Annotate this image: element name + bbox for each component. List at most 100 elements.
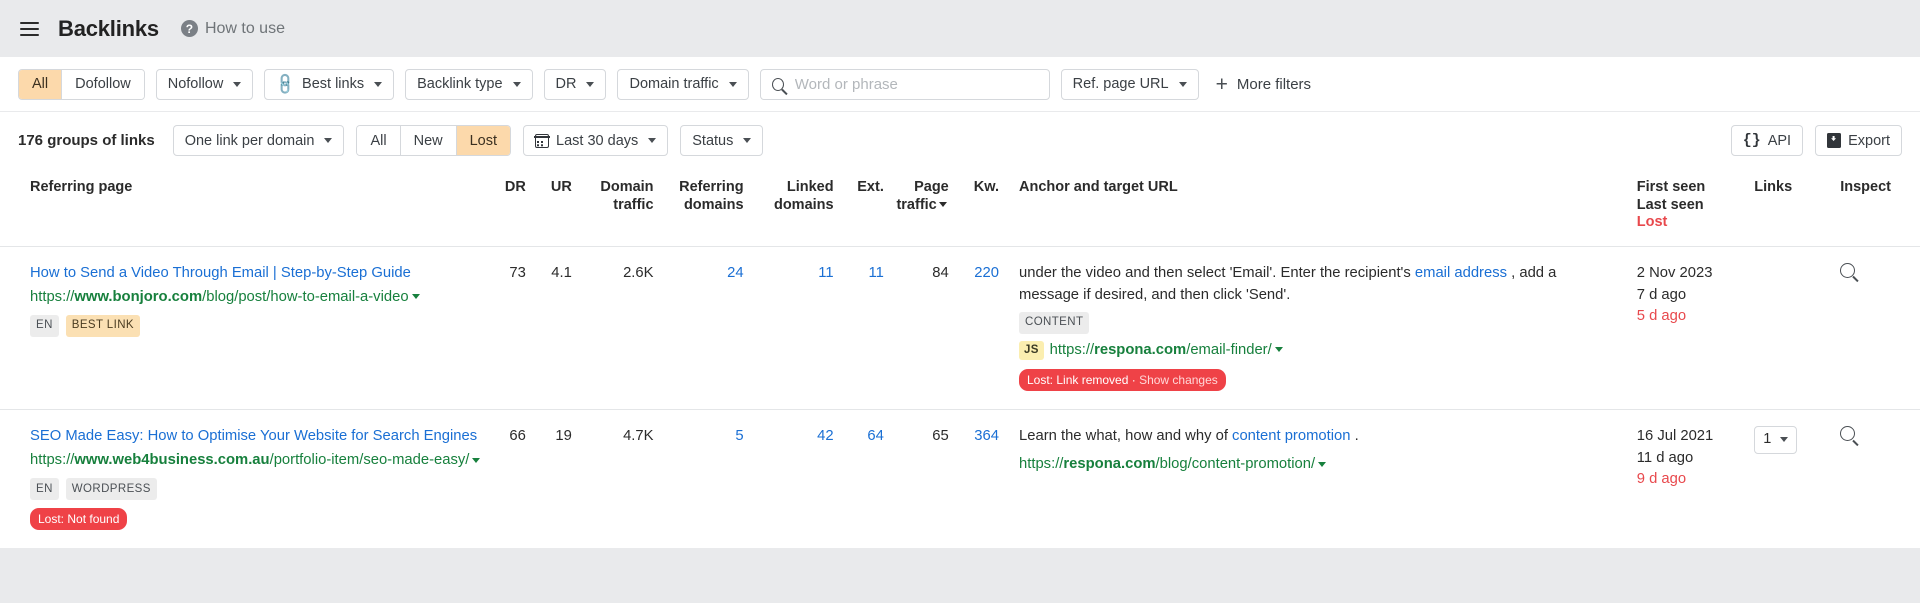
filter-all[interactable]: All xyxy=(19,69,63,99)
col-links[interactable]: Links xyxy=(1748,169,1836,247)
col-page-traffic[interactable]: Page traffic xyxy=(890,169,955,247)
chevron-down-icon xyxy=(648,138,657,143)
state-new[interactable]: New xyxy=(400,126,457,155)
api-button[interactable]: {} API xyxy=(1730,125,1804,156)
table-row: SEO Made Easy: How to Optimise Your Webs… xyxy=(0,409,1920,549)
target-path: /email-finder/ xyxy=(1186,341,1272,358)
export-button[interactable]: Export xyxy=(1815,125,1902,156)
links-count-dropdown[interactable]: 1 xyxy=(1754,426,1798,454)
cell-seen-dates: 2 Nov 2023 7 d ago 5 d ago xyxy=(1624,246,1749,410)
filter-backlink-type[interactable]: Backlink type xyxy=(405,68,533,100)
status-dropdown[interactable]: Status xyxy=(680,125,764,156)
col-referring-page[interactable]: Referring page xyxy=(0,169,490,247)
col-linked-domains[interactable]: Linked domains xyxy=(750,169,840,247)
lost-value: 5 d ago xyxy=(1636,307,1687,324)
filter-toolbar: All Dofollow Nofollow 🔗 Best links Backl… xyxy=(0,57,1920,112)
referring-domains-link[interactable]: 5 xyxy=(735,428,743,444)
page-traffic-label: Page traffic xyxy=(896,179,949,213)
referring-page-title[interactable]: How to Send a Video Through Email | Step… xyxy=(30,265,411,281)
filter-best-links[interactable]: 🔗 Best links xyxy=(264,68,395,100)
filter-ref-page-url[interactable]: Ref. page URL xyxy=(1060,68,1199,100)
more-filters-label: More filters xyxy=(1236,75,1312,93)
target-domain: respona.com xyxy=(1094,341,1187,358)
state-lost[interactable]: Lost xyxy=(456,126,511,155)
cell-referring-domains: 5 xyxy=(659,409,750,549)
col-ext[interactable]: Ext. xyxy=(840,169,890,247)
group-mode-dropdown[interactable]: One link per domain xyxy=(172,125,345,156)
cell-referring-domains: 24 xyxy=(659,246,750,410)
chevron-down-icon[interactable] xyxy=(1318,461,1327,467)
last-seen-value: 7 d ago xyxy=(1636,286,1687,303)
search-box[interactable] xyxy=(759,68,1050,100)
chevron-down-icon xyxy=(728,81,737,87)
linked-domains-link[interactable]: 42 xyxy=(817,428,833,444)
url-domain: www.web4business.com.au xyxy=(74,451,270,468)
cell-ext: 64 xyxy=(839,409,890,549)
magnifier-icon[interactable] xyxy=(1840,426,1856,442)
group-mode-label: One link per domain xyxy=(184,132,315,149)
magnifier-icon[interactable] xyxy=(1840,263,1856,279)
target-domain: respona.com xyxy=(1063,455,1156,472)
ext-link[interactable]: 11 xyxy=(868,265,883,281)
col-ur[interactable]: UR xyxy=(532,169,578,247)
curly-braces-icon: {} xyxy=(1742,132,1761,149)
target-url[interactable]: https://respona.com/blog/content-promoti… xyxy=(1019,454,1327,475)
filter-domain-traffic[interactable]: Domain traffic xyxy=(617,68,749,100)
more-filters-button[interactable]: + More filters xyxy=(1210,69,1317,100)
url-prefix: https:// xyxy=(30,288,75,305)
chevron-down-icon[interactable] xyxy=(472,457,481,463)
anchor-pre: Learn the what, how and why of xyxy=(1019,428,1233,445)
referring-page-url[interactable]: https://www.web4business.com.au/portfoli… xyxy=(30,450,484,471)
plus-icon: + xyxy=(1215,72,1228,96)
url-path: /portfolio-item/seo-made-easy/ xyxy=(269,451,470,468)
chevron-down-icon[interactable] xyxy=(1274,347,1283,353)
table-header: Referring page DR UR Domain traffic Refe… xyxy=(0,169,1920,247)
col-first-seen[interactable]: First seen Last seen Lost xyxy=(1625,169,1749,247)
best-links-label: Best links xyxy=(302,76,365,92)
referring-page-title[interactable]: SEO Made Easy: How to Optimise Your Webs… xyxy=(30,428,477,444)
anchor-pre: under the video and then select 'Email'.… xyxy=(1019,265,1415,282)
filter-nofollow[interactable]: Nofollow xyxy=(155,68,254,100)
hamburger-icon[interactable] xyxy=(12,12,46,46)
show-changes-link[interactable]: Show changes xyxy=(1139,373,1218,387)
how-to-use-link[interactable]: ? How to use xyxy=(180,20,285,38)
tag-row: EN WORDPRESS xyxy=(30,478,484,501)
dr-label: DR xyxy=(555,76,577,92)
date-range-dropdown[interactable]: Last 30 days xyxy=(523,125,669,156)
state-all[interactable]: All xyxy=(357,126,401,155)
cell-page-traffic: 84 xyxy=(889,246,955,410)
chevron-down-icon xyxy=(324,138,333,143)
ext-link[interactable]: 64 xyxy=(867,428,883,444)
kw-link[interactable]: 220 xyxy=(974,265,999,281)
chevron-down-icon[interactable] xyxy=(411,294,420,300)
target-url[interactable]: https://respona.com/email-finder/ xyxy=(1050,340,1283,361)
table-row: How to Send a Video Through Email | Step… xyxy=(0,246,1920,410)
anchor-link[interactable]: content promotion xyxy=(1232,428,1350,444)
anchor-post: . xyxy=(1350,428,1359,445)
last-seen-label: Last seen xyxy=(1636,196,1704,213)
lost-label: Lost xyxy=(1636,214,1668,231)
calendar-icon xyxy=(534,133,550,148)
follow-segmented-control: All Dofollow xyxy=(18,68,145,100)
col-domain-traffic[interactable]: Domain traffic xyxy=(578,169,660,247)
referring-page-url[interactable]: https://www.bonjoro.com/blog/post/how-to… xyxy=(30,287,484,308)
lost-status-pill: Lost: Not found xyxy=(30,508,128,531)
referring-domains-link[interactable]: 24 xyxy=(727,265,743,281)
cell-dr: 66 xyxy=(489,409,532,549)
chevron-down-icon xyxy=(586,81,595,87)
col-referring-domains[interactable]: Referring domains xyxy=(660,169,750,247)
col-anchor-target[interactable]: Anchor and target URL xyxy=(1005,169,1625,247)
col-dr[interactable]: DR xyxy=(490,169,532,247)
lost-status-pill[interactable]: Lost: Link removed · Show changes xyxy=(1019,369,1226,392)
chain-link-icon: 🔗 xyxy=(273,71,299,97)
col-inspect[interactable]: Inspect xyxy=(1836,169,1920,247)
filter-dofollow[interactable]: Dofollow xyxy=(62,69,144,99)
last-seen-value: 11 d ago xyxy=(1636,449,1694,466)
filter-dr[interactable]: DR xyxy=(543,68,607,100)
kw-link[interactable]: 364 xyxy=(974,428,999,444)
cell-anchor-target: Learn the what, how and why of content p… xyxy=(1005,409,1625,549)
linked-domains-link[interactable]: 11 xyxy=(818,265,833,281)
search-input[interactable] xyxy=(792,74,1038,94)
anchor-link[interactable]: email address xyxy=(1415,265,1507,281)
col-kw[interactable]: Kw. xyxy=(955,169,1005,247)
